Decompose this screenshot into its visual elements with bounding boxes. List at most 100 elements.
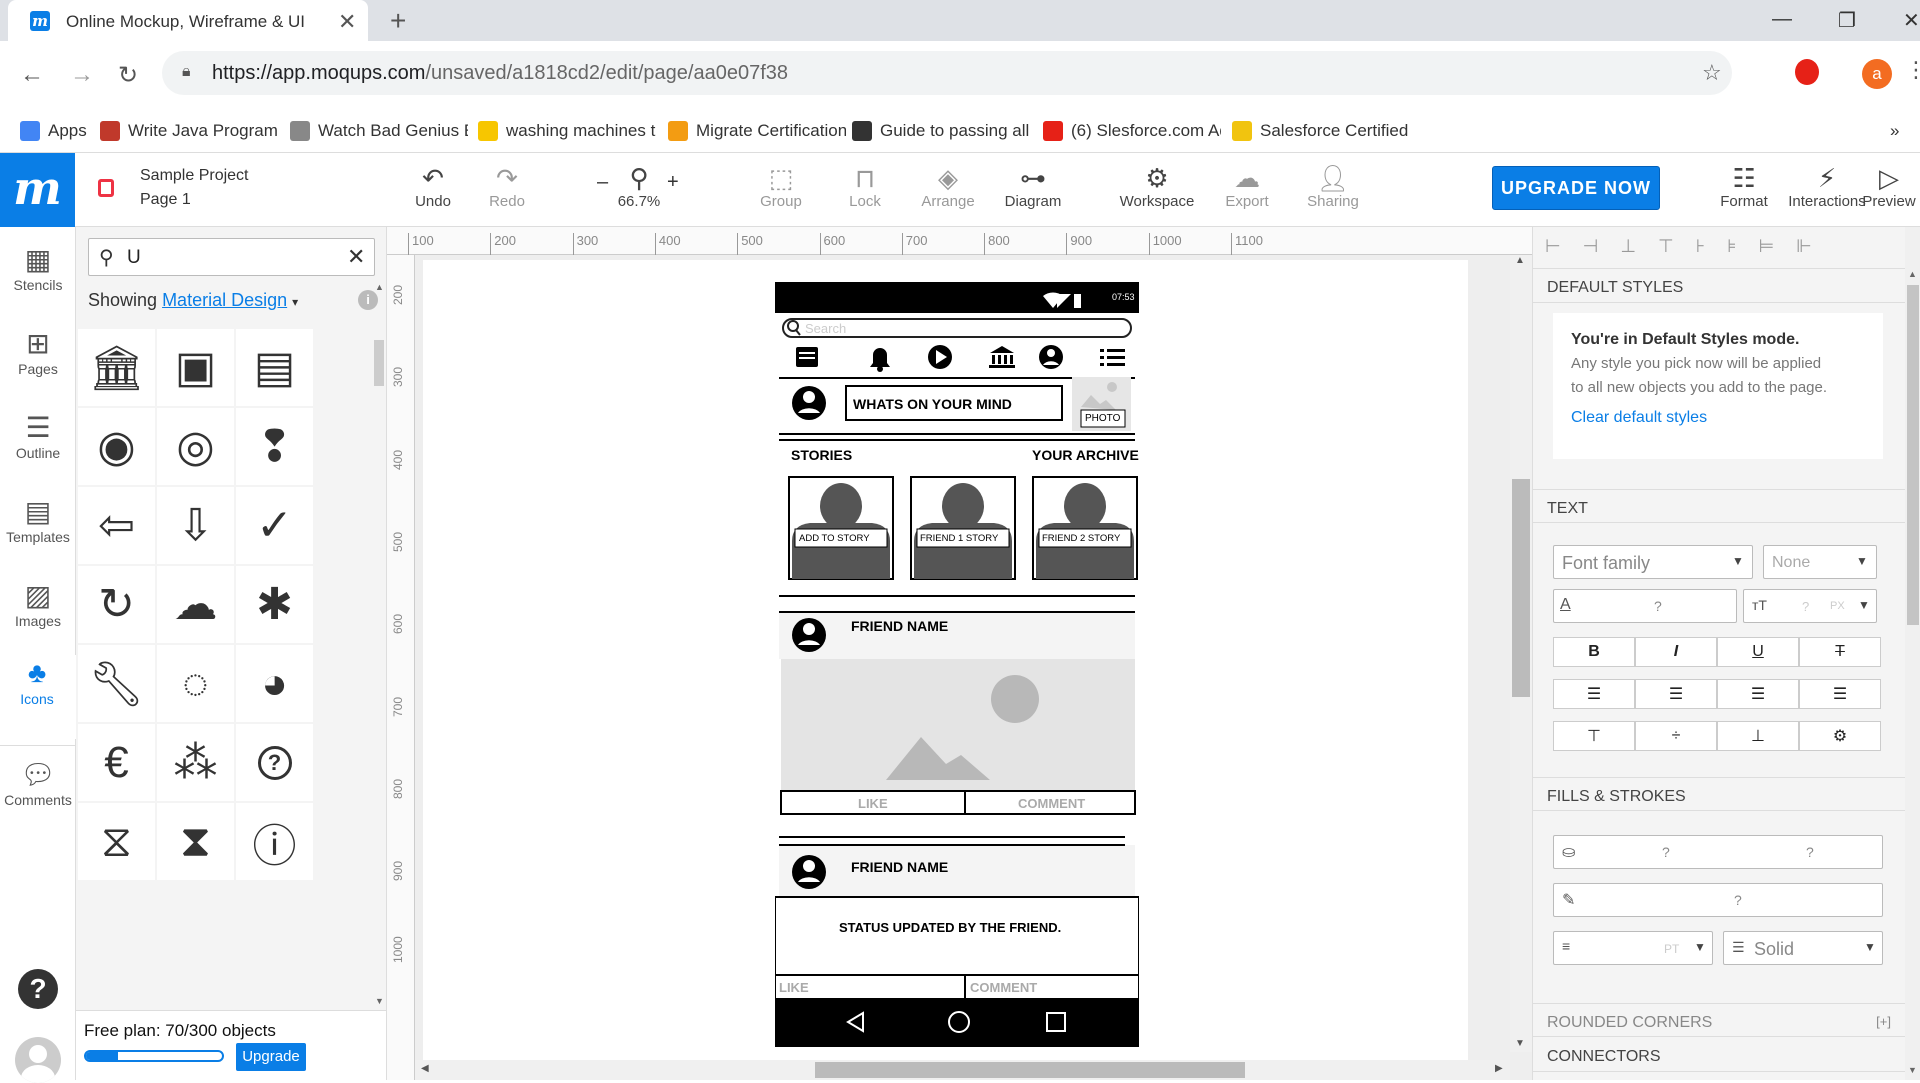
bank-icon[interactable]: 🏛︎: [78, 329, 155, 406]
clear-search-icon[interactable]: ✕: [347, 244, 365, 270]
library-link[interactable]: Material Design: [162, 290, 287, 310]
account-box-icon[interactable]: ▤: [236, 329, 313, 406]
text-settings-button[interactable]: ⚙: [1799, 721, 1881, 751]
font-weight-select[interactable]: None ▼: [1763, 545, 1877, 579]
interactions-button[interactable]: ⚡︎ Interactions: [1784, 163, 1870, 211]
lock-button[interactable]: ⊓ Lock: [845, 163, 885, 211]
browser-menu-icon[interactable]: ⋮: [1905, 57, 1920, 83]
undo-button[interactable]: ↶ Undo: [408, 163, 458, 211]
canvas-horizontal-scrollbar[interactable]: ◀ ▶: [415, 1060, 1510, 1080]
zoom-in-button[interactable]: +: [667, 171, 679, 194]
arrange-button[interactable]: ◈ Arrange: [920, 163, 976, 211]
rail-templates[interactable]: ▤ Templates: [0, 493, 76, 546]
text-color-field[interactable]: A ?: [1553, 589, 1737, 623]
autorenew-icon[interactable]: ↻: [78, 566, 155, 643]
address-bar[interactable]: 🔒︎ https://app.moqups.com/unsaved/a1818c…: [162, 51, 1732, 95]
canvas-scroll-up-icon[interactable]: ▲: [1515, 255, 1525, 266]
preview-button[interactable]: ▷ Preview: [1860, 163, 1918, 211]
section-connectors[interactable]: CONNECTORS: [1533, 1038, 1905, 1072]
bold-button[interactable]: B: [1553, 637, 1635, 667]
window-close-icon[interactable]: ✕: [1903, 8, 1920, 33]
bookmark-item[interactable]: Guide to passing all S: [852, 121, 1030, 141]
chevron-down-icon[interactable]: ▾: [292, 295, 298, 309]
forward-icon[interactable]: →: [70, 61, 94, 89]
browser-tab[interactable]: m Online Mockup, Wireframe & UI ✕: [8, 0, 368, 41]
underline-button[interactable]: U: [1717, 637, 1799, 667]
back-icon[interactable]: ←: [20, 61, 44, 89]
cloud-upload-icon[interactable]: ☁: [157, 566, 234, 643]
page-name[interactable]: Page 1: [140, 191, 191, 209]
valign-top-button[interactable]: ⊤: [1553, 721, 1635, 751]
hourglass-empty-icon[interactable]: ⧖: [78, 803, 155, 880]
fill-color-field[interactable]: ⛀ ? ?: [1553, 835, 1883, 869]
icon-search-input[interactable]: U: [127, 247, 141, 269]
rail-outline[interactable]: ☰ Outline: [0, 409, 76, 462]
upgrade-now-button[interactable]: UPGRADE NOW: [1492, 166, 1660, 210]
upgrade-button[interactable]: Upgrade: [236, 1043, 306, 1071]
scroll-thumb[interactable]: [374, 340, 384, 386]
valign-middle-button[interactable]: ÷: [1635, 721, 1717, 751]
font-size-field[interactable]: ᴛT ? PX ▼: [1743, 589, 1877, 623]
rail-pages[interactable]: ⊞ Pages: [0, 325, 76, 378]
canvas-vertical-scrollbar[interactable]: ▲ ▼: [1510, 255, 1532, 1052]
canvas-vscroll-thumb[interactable]: [1512, 479, 1530, 697]
bookmark-item[interactable]: Write Java Program t: [100, 121, 278, 141]
project-name[interactable]: Sample Project: [140, 167, 249, 185]
help-icon[interactable]: ?: [18, 969, 58, 1009]
rail-images[interactable]: ▨ Images: [0, 577, 76, 630]
strikethrough-button[interactable]: T: [1799, 637, 1881, 667]
canvas-hscroll-thumb[interactable]: [815, 1062, 1245, 1078]
rounded-corners-add[interactable]: [+]: [1876, 1014, 1891, 1029]
bookmark-item[interactable]: Apps: [20, 121, 87, 141]
bookmark-item[interactable]: washing machines to: [478, 121, 656, 141]
icon-search-box[interactable]: ⚲ U ✕: [88, 238, 375, 276]
bookmark-item[interactable]: Salesforce Certified A: [1232, 121, 1410, 141]
redo-button[interactable]: ↷ Redo: [482, 163, 532, 211]
italic-button[interactable]: I: [1635, 637, 1717, 667]
phone-mockup[interactable]: 07:53 Search WHATS ON YOUR MIND PHOTO ST…: [775, 282, 1139, 1047]
moqups-logo[interactable]: m: [0, 153, 75, 227]
workspace-button[interactable]: ⚙ Workspace: [1117, 163, 1197, 211]
euro-icon[interactable]: €: [78, 724, 155, 801]
clear-default-styles-link[interactable]: Clear default styles: [1571, 409, 1707, 427]
restore-icon[interactable]: ❐: [1838, 8, 1856, 33]
help-circle-outline-icon[interactable]: ?: [236, 724, 313, 801]
user-avatar[interactable]: [15, 1037, 61, 1083]
scroll-down-icon[interactable]: ▼: [375, 996, 384, 1006]
diagram-button[interactable]: ⊶ Diagram: [1003, 163, 1063, 211]
profile-avatar[interactable]: a: [1862, 59, 1892, 89]
canvas-scroll-right-icon[interactable]: ▶: [1495, 1063, 1503, 1074]
extension-icon[interactable]: [1795, 59, 1819, 85]
stroke-style-select[interactable]: ☰ Solid ▼: [1723, 931, 1883, 965]
bookmark-item[interactable]: Watch Bad Genius Ep: [290, 121, 468, 141]
section-rounded-corners[interactable]: ROUNDED CORNERS [+]: [1533, 1003, 1905, 1037]
canvas-scroll-left-icon[interactable]: ◀: [421, 1063, 429, 1074]
stroke-width-field[interactable]: ≡ PT ▼: [1553, 931, 1713, 965]
bug-icon[interactable]: ✱: [236, 566, 313, 643]
reload-icon[interactable]: ↻: [118, 61, 138, 90]
rail-stencils[interactable]: ▦ Stencils: [0, 241, 76, 294]
chart-pie-icon[interactable]: ◕: [236, 645, 313, 722]
export-button[interactable]: ☁ Export: [1222, 163, 1272, 211]
rail-comments[interactable]: 💬︎ Comments: [0, 745, 76, 808]
stroke-color-field[interactable]: ✎ ?: [1553, 883, 1883, 917]
align-right-button[interactable]: ☰: [1717, 679, 1799, 709]
rp-scroll-down-icon[interactable]: ▼: [1908, 1065, 1917, 1075]
group-button[interactable]: ⬚ Group: [755, 163, 807, 211]
format-button[interactable]: ☷ Format: [1720, 163, 1768, 211]
info-outline-icon[interactable]: ⓘ: [236, 803, 313, 880]
bookmark-item[interactable]: Migrate Certification: [668, 121, 846, 141]
account-circle-icon[interactable]: ◉: [78, 408, 155, 485]
tab-close-icon[interactable]: ✕: [338, 9, 356, 35]
camera-iris-icon[interactable]: ◎: [157, 408, 234, 485]
assignment-turned-in-icon[interactable]: ✓: [236, 487, 313, 564]
sharing-button[interactable]: 👤︎ Sharing: [1306, 163, 1360, 211]
rail-icons[interactable]: ♣ Icons: [0, 655, 76, 739]
valign-bottom-button[interactable]: ⊥: [1717, 721, 1799, 751]
icon-scrollbar[interactable]: ▲ ▼: [373, 282, 385, 1010]
scroll-up-icon[interactable]: ▲: [375, 282, 384, 292]
wallet-icon[interactable]: ▣: [157, 329, 234, 406]
assignment-return-icon[interactable]: ⇦: [78, 487, 155, 564]
zoom-control[interactable]: ⚲ 66.7%: [612, 163, 666, 211]
align-left-button[interactable]: ☰: [1553, 679, 1635, 709]
